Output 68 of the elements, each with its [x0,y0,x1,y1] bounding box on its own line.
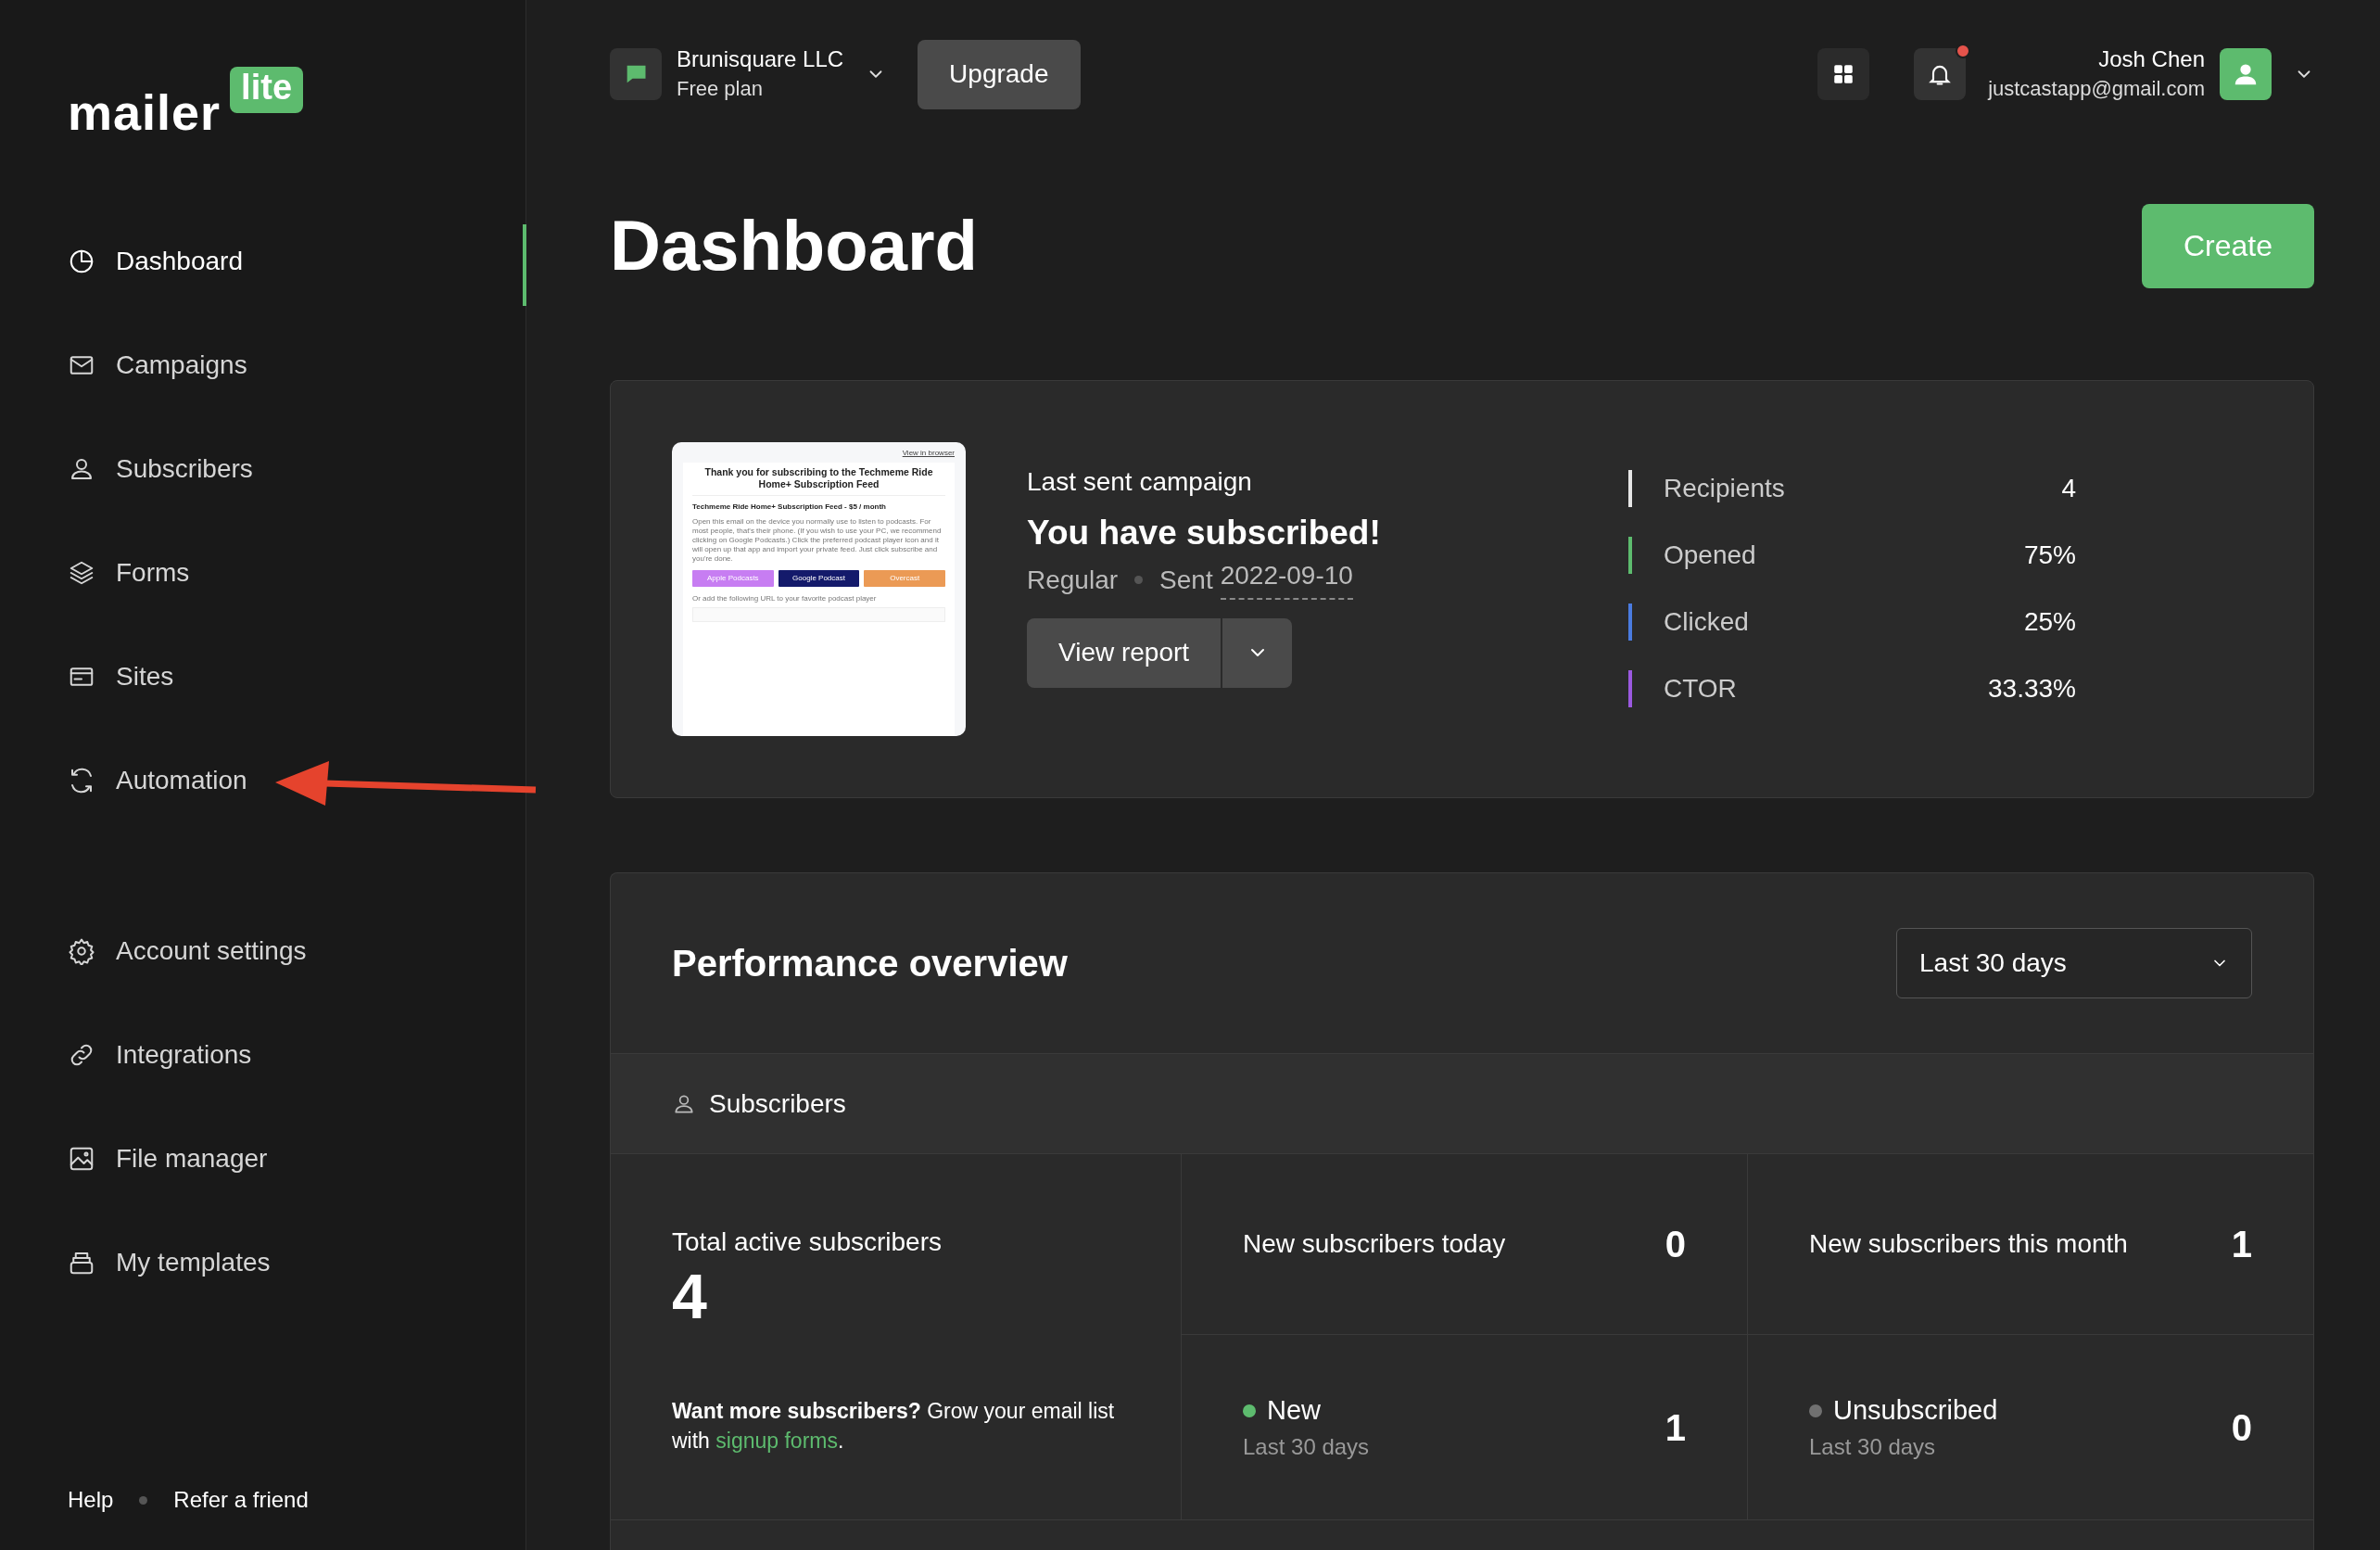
stat-label: Opened [1664,540,1757,571]
section-caption: Last sent campaign [1027,466,1253,498]
apps-button[interactable] [1817,48,1870,100]
promo-text: Want more subscribers? Grow your email list with signup forms. [672,1397,1116,1455]
pie-chart-icon [68,248,95,275]
email-subheading: Techmeme Ride Home+ Subscription Feed - $5 / month [692,502,887,514]
section-label: Subscribers [709,1087,846,1120]
email-heading: Thank you for subscribing to the Techmeme Ride Home+ Subscription Feed [692,466,945,497]
stat-label: Clicked [1664,606,1750,638]
metric-value: 0 [1665,1223,1686,1266]
section-title: Performance overview [672,942,1068,985]
plan-label: Free plan [677,76,764,103]
view-report-button[interactable]: View report [1027,617,1222,688]
sidebar-item[interactable]: Forms [0,521,525,625]
sidebar-item[interactable]: File manager [0,1107,525,1211]
sidebar-item[interactable]: Account settings [0,899,525,1003]
separator-dot [1134,576,1144,584]
email-body-text: Open this email on the device you normally use to listen to podcasts. For most people, that's their phone. (If you wish to use your PC, we recommend clicking on Google Podcasts.) Click the preferred podcast player icon and it will open up that app and import your private feed. Just click subscribe and you're done. [692,517,943,565]
sidebar-item[interactable]: Dashboard [0,210,525,313]
sidebar-item[interactable]: Integrations [0,1003,525,1107]
metric-label: Unsubscribed [1833,1393,1998,1427]
stat-value: 33.33% [1988,673,2076,705]
sidebar-item[interactable]: Sites [0,625,525,729]
sidebar-item[interactable]: Subscribers [0,417,525,521]
period-dropdown[interactable]: Last 30 days [1896,928,2252,998]
stat-value: 75% [2023,540,2076,571]
upgrade-button[interactable]: Upgrade [918,39,1081,109]
stat-label: Recipients [1664,473,1786,504]
campaign-title: You have subscribed! [1027,513,1382,553]
page-title: Dashboard [610,205,978,287]
logo-text: mailer [68,87,222,137]
period-label: Last 30 days [1809,1433,1937,1462]
metric-label: New subscribers this month [1809,1228,2128,1260]
sidebar-item[interactable]: My templates [0,1211,525,1315]
image-icon [68,1145,95,1173]
metric-label: Total active subscribers [672,1226,943,1258]
account-logo [610,48,662,100]
account-name: Brunisquare LLC [677,44,844,73]
sent-label: Sent [1159,564,1213,596]
stat-value: 4 [2061,473,2076,504]
footer-link[interactable]: Help [68,1483,114,1517]
signup-forms-link[interactable]: signup forms [715,1429,838,1453]
view-in-browser-link[interactable]: View in browser [902,448,955,459]
separator-dot [139,1495,148,1505]
metric-label: New subscribers today [1243,1228,1506,1260]
stat-value: 25% [2023,606,2076,638]
metric-value: 1 [1665,1405,1686,1450]
metric-value: 4 [672,1262,708,1331]
layers-icon [68,559,95,587]
email-preview[interactable] [672,442,966,736]
user-email: justcastapp@gmail.com [1988,76,2205,103]
sidebar-item[interactable]: Automation [0,729,525,832]
sidebar-item[interactable]: Campaigns [0,313,525,417]
podcast-button[interactable]: Google Podcast [778,570,860,588]
metric-value: 0 [2231,1405,2252,1450]
sent-date: 2022-09-10 [1220,560,1353,600]
gear-icon [68,937,95,965]
dropdown-toggle-button[interactable] [1222,617,1293,688]
metric-label: New [1267,1393,1321,1427]
period-label: Last 30 days [1243,1433,1370,1462]
campaign-type: Regular [1027,564,1119,596]
user-name: Josh Chen [2097,44,2205,73]
url-hint-text: Or add the following URL to your favorite podcast player [692,593,878,605]
footer-link[interactable]: Refer a friend [173,1483,309,1517]
stat-label: CTOR [1664,673,1738,705]
metric-value: 1 [2231,1223,2252,1266]
avatar [2220,48,2272,100]
logo-badge: lite [230,67,303,113]
